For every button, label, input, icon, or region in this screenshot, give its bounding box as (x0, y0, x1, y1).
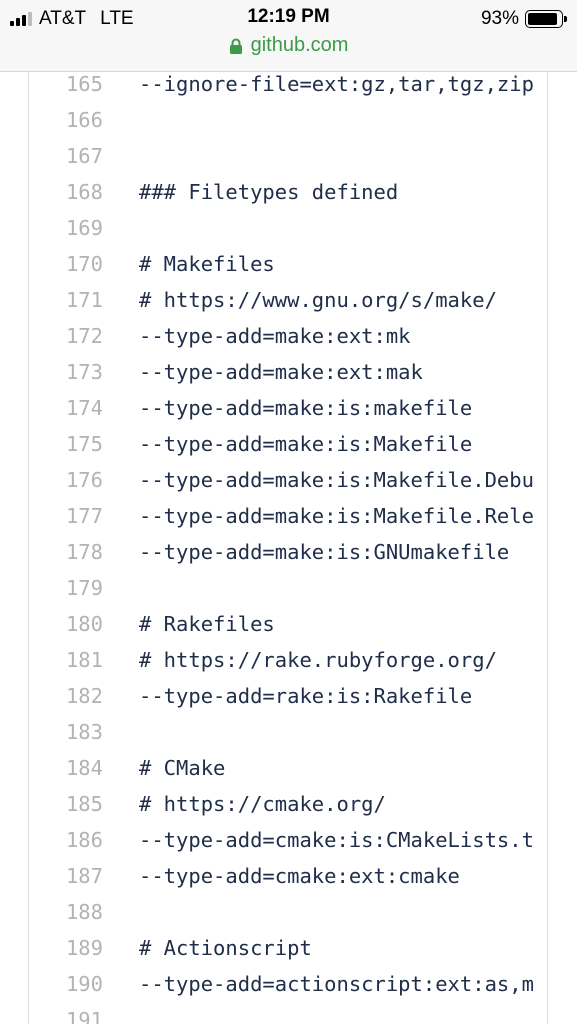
code-line: 186 --type-add=cmake:is:CMakeLists.t (29, 822, 547, 858)
lock-icon (229, 38, 242, 54)
line-number[interactable]: 185 (29, 792, 103, 816)
code-line: 183 (29, 714, 547, 750)
code-line: 190 --type-add=actionscript:ext:as,m (29, 966, 547, 1002)
line-number[interactable]: 182 (29, 684, 103, 708)
code-line: 172 --type-add=make:ext:mk (29, 318, 547, 354)
line-number[interactable]: 173 (29, 360, 103, 384)
code-line: 178 --type-add=make:is:GNUmakefile (29, 534, 547, 570)
code-line: 180 # Rakefiles (29, 606, 547, 642)
line-content: # Rakefiles (139, 612, 275, 636)
line-content: # Makefiles (139, 252, 275, 276)
code-line: 182 --type-add=rake:is:Rakefile (29, 678, 547, 714)
line-number[interactable]: 170 (29, 252, 103, 276)
line-number[interactable]: 179 (29, 576, 103, 600)
code-line: 187 --type-add=cmake:ext:cmake (29, 858, 547, 894)
line-content: --type-add=cmake:is:CMakeLists.t (139, 828, 534, 852)
line-number[interactable]: 187 (29, 864, 103, 888)
code-line: 189 # Actionscript (29, 930, 547, 966)
code-line: 177 --type-add=make:is:Makefile.Rele (29, 498, 547, 534)
line-number[interactable]: 189 (29, 936, 103, 960)
code-line: 175 --type-add=make:is:Makefile (29, 426, 547, 462)
line-content: # https://cmake.org/ (139, 792, 386, 816)
line-number[interactable]: 186 (29, 828, 103, 852)
line-number[interactable]: 180 (29, 612, 103, 636)
line-number[interactable]: 176 (29, 468, 103, 492)
code-line: 168 ### Filetypes defined (29, 174, 547, 210)
line-number[interactable]: 166 (29, 108, 103, 132)
line-number[interactable]: 188 (29, 900, 103, 924)
code-line: 174 --type-add=make:is:makefile (29, 390, 547, 426)
line-number[interactable]: 181 (29, 648, 103, 672)
line-content: --type-add=make:is:makefile (139, 396, 473, 420)
code-line: 169 (29, 210, 547, 246)
line-number[interactable]: 190 (29, 972, 103, 996)
line-content: --type-add=make:is:Makefile.Rele (139, 504, 534, 528)
code-line: 179 (29, 570, 547, 606)
code-line: 173 --type-add=make:ext:mak (29, 354, 547, 390)
line-content: --type-add=make:is:GNUmakefile (139, 540, 510, 564)
line-number[interactable]: 172 (29, 324, 103, 348)
line-number[interactable]: 177 (29, 504, 103, 528)
line-content: --type-add=rake:is:Rakefile (139, 684, 473, 708)
code-line: 181 # https://rake.rubyforge.org/ (29, 642, 547, 678)
url-text[interactable]: github.com (251, 34, 349, 57)
code-viewer[interactable]: 165 --ignore-file=ext:gz,tar,tgz,zip 166 16… (28, 72, 548, 1024)
line-content: # https://www.gnu.org/s/make/ (139, 288, 497, 312)
line-content: --ignore-file=ext:gz,tar,tgz,zip (139, 72, 534, 96)
line-number[interactable]: 174 (29, 396, 103, 420)
code-line: 185 # https://cmake.org/ (29, 786, 547, 822)
code-line: 165 --ignore-file=ext:gz,tar,tgz,zip (29, 72, 547, 102)
battery-tip (564, 16, 567, 22)
line-content: --type-add=make:is:Makefile (139, 432, 473, 456)
line-number[interactable]: 191 (29, 1008, 103, 1024)
line-number[interactable]: 175 (29, 432, 103, 456)
address-bar[interactable]: github.com (0, 34, 577, 57)
code-line: 184 # CMake (29, 750, 547, 786)
line-number[interactable]: 165 (29, 72, 103, 96)
line-content: --type-add=cmake:ext:cmake (139, 864, 460, 888)
line-content: # https://rake.rubyforge.org/ (139, 648, 497, 672)
battery-icon (525, 10, 563, 28)
line-number[interactable]: 171 (29, 288, 103, 312)
line-content: # Actionscript (139, 936, 312, 960)
line-number[interactable]: 184 (29, 756, 103, 780)
line-number[interactable]: 178 (29, 540, 103, 564)
line-number[interactable]: 167 (29, 144, 103, 168)
code-line: 166 (29, 102, 547, 138)
battery-percent: 93% (480, 8, 519, 29)
code-line: 170 # Makefiles (29, 246, 547, 282)
code-line: 171 # https://www.gnu.org/s/make/ (29, 282, 547, 318)
line-content: ### Filetypes defined (139, 180, 399, 204)
code-line: 188 (29, 894, 547, 930)
code-line: 167 (29, 138, 547, 174)
line-content: --type-add=make:is:Makefile.Debu (139, 468, 534, 492)
line-content: --type-add=make:ext:mak (139, 360, 423, 384)
code-line: 176 --type-add=make:is:Makefile.Debu (29, 462, 547, 498)
line-number[interactable]: 169 (29, 216, 103, 240)
line-content: # CMake (139, 756, 226, 780)
code-line: 191 (29, 1002, 547, 1024)
status-bar: AT&T LTE 12:19 PM 93% github.com (0, 0, 577, 72)
line-number[interactable]: 168 (29, 180, 103, 204)
line-content: --type-add=actionscript:ext:as,m (139, 972, 534, 996)
line-number[interactable]: 183 (29, 720, 103, 744)
line-content: --type-add=make:ext:mk (139, 324, 411, 348)
battery-status: 93% (481, 8, 567, 30)
